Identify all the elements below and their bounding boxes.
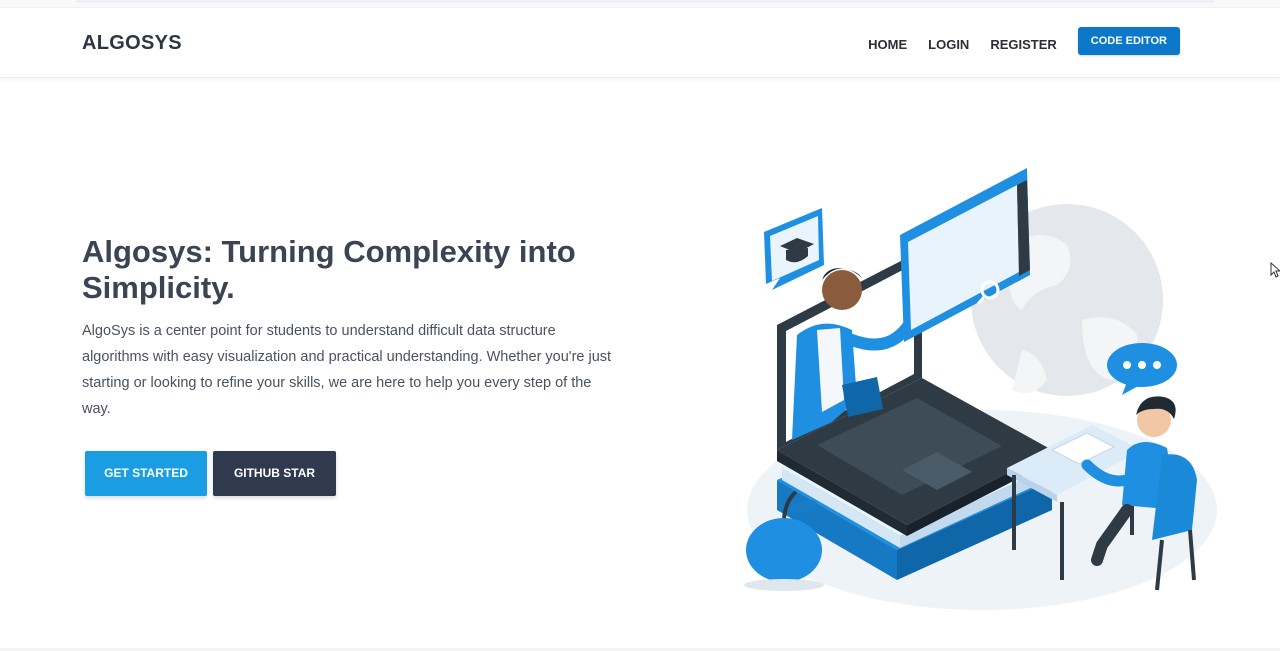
nav-register-link[interactable]: REGISTER	[990, 27, 1056, 55]
hero-title: Algosys: Turning Complexity into Simplic…	[82, 234, 576, 305]
hero-illustration	[722, 150, 1222, 620]
get-started-button[interactable]: GET STARTED	[85, 451, 207, 496]
top-strip-line	[76, 0, 1214, 3]
mouse-cursor-icon	[1270, 262, 1280, 278]
nav-links: HOME LOGIN REGISTER CODE EDITOR	[868, 27, 1180, 55]
code-editor-button[interactable]: CODE EDITOR	[1077, 27, 1180, 55]
nav-login-link[interactable]: LOGIN	[928, 27, 969, 55]
hero-description: AlgoSys is a center point for students t…	[82, 323, 612, 417]
nav-home-link[interactable]: HOME	[868, 27, 907, 55]
top-strip	[0, 0, 1280, 8]
brand-logo[interactable]: ALGOSYS	[82, 32, 182, 55]
github-star-button[interactable]: GITHUB STAR	[213, 451, 336, 496]
navbar: ALGOSYS HOME LOGIN REGISTER CODE EDITOR	[0, 8, 1280, 78]
